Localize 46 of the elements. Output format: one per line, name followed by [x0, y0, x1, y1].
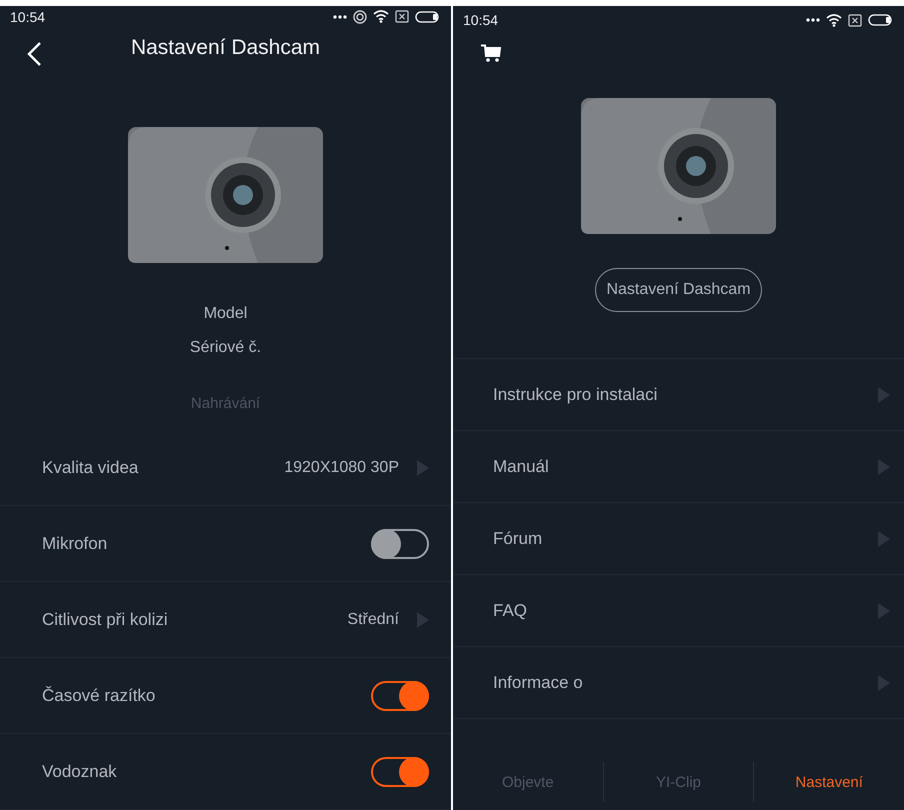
setting-value: Střední	[347, 610, 399, 628]
dots-icon	[806, 18, 820, 22]
menu-item-label: Fórum	[493, 528, 542, 548]
triangle-icon	[878, 458, 890, 474]
toggle-switch[interactable]	[371, 756, 429, 786]
menu-item-label: Informace o	[493, 672, 583, 692]
section-heading: Nahrávání	[190, 395, 262, 412]
menu-item[interactable]: Manuál	[453, 431, 904, 503]
triangle-icon	[878, 602, 890, 618]
hotspot-icon	[353, 10, 367, 24]
dots-icon	[333, 14, 347, 18]
menu-item-label: FAQ	[493, 600, 528, 620]
status-time: 10:54	[10, 8, 46, 24]
menu-item[interactable]: Instrukce pro instalaci	[453, 359, 904, 431]
triangle-icon	[878, 530, 890, 546]
status-time: 10:54	[463, 12, 498, 28]
device-settings-button[interactable]: Nastavení Dashcam	[595, 268, 762, 312]
cart-icon[interactable]	[481, 44, 501, 62]
menu-item[interactable]: Informace o	[453, 647, 904, 719]
toggle-switch[interactable]	[371, 680, 429, 710]
menu-item-label: Manuál	[493, 456, 549, 476]
setting-label: Časové razítko	[42, 686, 156, 706]
menu-item[interactable]: Fórum	[453, 503, 904, 575]
battery-icon	[868, 14, 894, 26]
setting-value: 1920X1080 30P	[284, 458, 399, 476]
wifi-icon	[373, 10, 389, 23]
setting-label: Mikrofon	[42, 534, 108, 554]
wifi-icon	[826, 14, 842, 26]
bottom-tab[interactable]: Nastavení	[753, 762, 904, 802]
menu-item[interactable]: FAQ	[453, 575, 904, 647]
sim-icon	[848, 14, 862, 26]
device-info-label: Model	[202, 305, 248, 323]
setting-label: Citlivost při kolizi	[42, 610, 168, 630]
triangle-icon	[417, 460, 429, 476]
battery-icon	[415, 10, 441, 22]
screen-title: Nastavení Dashcam	[130, 36, 320, 60]
triangle-icon	[878, 674, 890, 690]
toggle-switch[interactable]	[371, 528, 429, 558]
triangle-icon	[417, 612, 429, 628]
triangle-icon	[878, 386, 890, 402]
setting-label: Vodoznak	[42, 762, 117, 782]
setting-label: Kvalita videa	[42, 458, 138, 478]
sim-icon	[395, 10, 409, 23]
device-info-label: Sériové č.	[188, 339, 262, 357]
back-icon[interactable]	[26, 41, 42, 67]
menu-item-label: Instrukce pro instalaci	[493, 384, 658, 404]
